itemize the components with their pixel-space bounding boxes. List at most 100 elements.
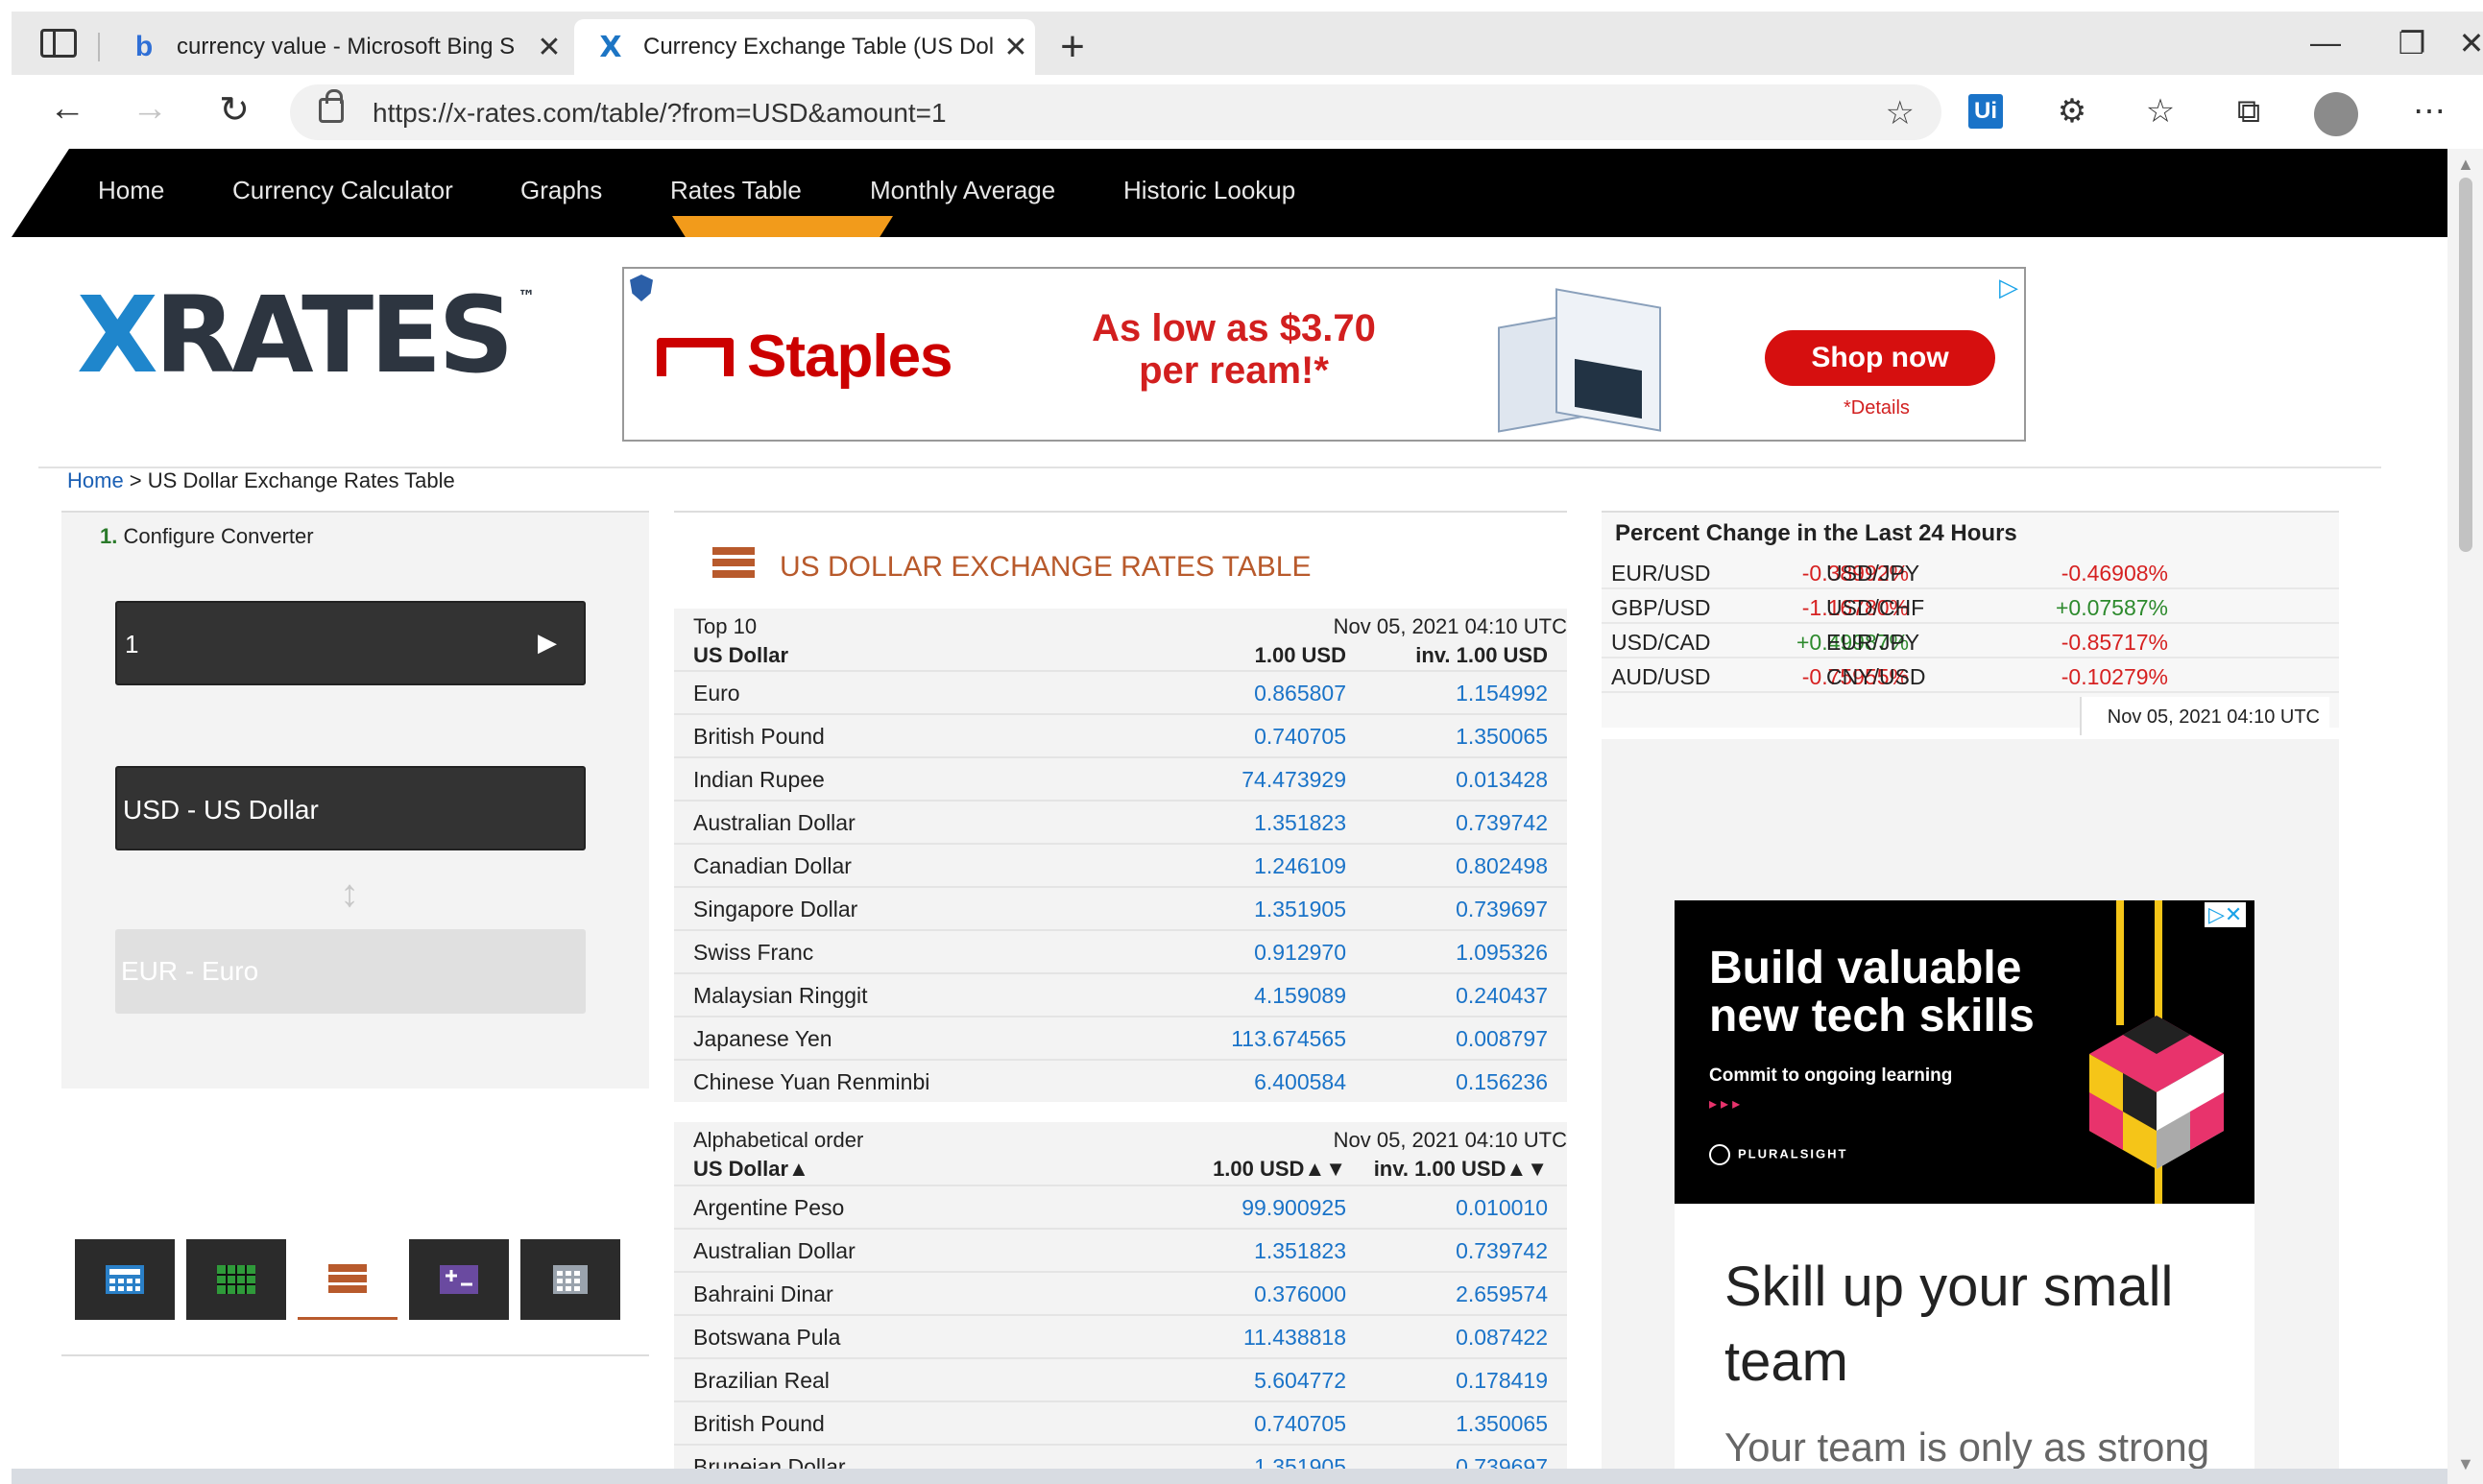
inverse-rate-link[interactable]: 0.739742 [1346,1238,1548,1264]
table-icon [328,1263,367,1293]
ad-close-icon[interactable]: ▷✕ [2205,902,2247,927]
pair-link[interactable]: USD/CHF [1826,595,1924,621]
rate-link[interactable]: 0.376000 [1097,1281,1346,1307]
rate-link[interactable]: 1.351823 [1097,810,1346,836]
rate-link[interactable]: 5.604772 [1097,1368,1346,1394]
pair-link[interactable]: USD/JPY [1826,561,1919,586]
scroll-thumb[interactable] [2459,178,2472,552]
rate-link[interactable]: 1.351905 [1097,897,1346,922]
inverse-rate-link[interactable]: 0.178419 [1346,1368,1548,1394]
rates-table-panel: US DOLLAR EXCHANGE RATES TABLE Top 10 No… [674,511,1567,1484]
rate-link[interactable]: 74.473929 [1097,767,1346,793]
ad-details-link[interactable]: *Details [1844,397,1910,419]
from-currency-select[interactable]: USD - US Dollar [115,766,586,850]
sort-currency[interactable]: US Dollar▲ [693,1157,809,1182]
minimize-icon[interactable]: — [2297,25,2354,60]
new-tab-icon[interactable]: + [1049,23,1097,71]
inverse-rate-link[interactable]: 1.350065 [1346,1411,1548,1437]
skill-ad[interactable]: Skill up your small team Your team is on… [1675,1204,2254,1484]
add-favorite-icon[interactable]: ☆ [1886,94,1915,132]
rates-table-tile[interactable] [298,1239,398,1320]
rate-link[interactable]: 0.740705 [1097,724,1346,750]
pair-link[interactable]: AUD/USD [1611,664,1711,690]
nav-historic-lookup[interactable]: Historic Lookup [1123,176,1295,205]
collections-icon[interactable]: ⧉ [2224,86,2274,136]
pair-link[interactable]: EUR/USD [1611,561,1711,586]
scroll-down-icon[interactable]: ▼ [2457,1454,2474,1474]
tab-bing[interactable]: b currency value - Microsoft Bing S ✕ [108,19,568,75]
inverse-rate-link[interactable]: 0.087422 [1346,1325,1548,1351]
close-tab-icon[interactable]: ✕ [530,31,568,64]
amount-input[interactable]: 1 ▶ [115,601,586,685]
adchoices-icon[interactable]: ▷ [1999,273,2018,302]
plus-minus-tile[interactable] [409,1239,509,1320]
currency-name: Japanese Yen [693,1026,832,1051]
horizontal-scrollbar[interactable] [12,1469,2447,1484]
tab-x-rates[interactable]: X Currency Exchange Table (US Dol ✕ [574,19,1035,75]
rate-link[interactable]: 113.674565 [1097,1026,1346,1052]
rate-link[interactable]: 0.912970 [1097,940,1346,966]
pair-link[interactable]: USD/CAD [1611,630,1711,656]
rate-link[interactable]: 1.246109 [1097,853,1346,879]
inverse-rate-link[interactable]: 0.008797 [1346,1026,1548,1052]
inverse-rate-link[interactable]: 0.802498 [1346,853,1548,879]
profile-avatar[interactable] [2314,92,2358,136]
scroll-up-icon[interactable]: ▲ [2457,155,2474,175]
tab-actions-icon[interactable] [40,29,77,58]
inverse-rate-link[interactable]: 0.739697 [1346,897,1548,922]
pair-link[interactable]: CNY/USD [1826,664,1926,690]
nav-currency-calculator[interactable]: Currency Calculator [232,176,453,205]
breadcrumb-home[interactable]: Home [67,468,124,492]
address-bar[interactable]: https://x-rates.com/table/?from=USD&amou… [290,84,1941,140]
swap-icon[interactable]: ↕ [340,873,359,916]
staples-ad[interactable]: ▷ Staples As low as $3.70 per ream!* Sho… [622,267,2026,442]
shop-now-button[interactable]: Shop now [1765,330,1995,386]
play-icon[interactable]: ▶ [538,628,557,658]
rate-link[interactable]: 0.865807 [1097,681,1346,706]
nav-monthly-average[interactable]: Monthly Average [870,176,1055,205]
inverse-rate-link[interactable]: 1.350065 [1346,724,1548,750]
rate-link[interactable]: 6.400584 [1097,1069,1346,1095]
inverse-rate-link[interactable]: 1.095326 [1346,940,1548,966]
ad-headline: Build valuable new tech skills [1709,943,2035,1041]
inverse-rate-link[interactable]: 0.739742 [1346,810,1548,836]
extensions-icon[interactable]: ⚙ [2047,86,2097,136]
breadcrumb-separator: > [123,468,148,492]
ui-extension-icon[interactable]: Ui [1968,94,2003,129]
rate-link[interactable]: 11.438818 [1097,1325,1346,1351]
forward-icon[interactable]: → [121,88,179,130]
back-icon[interactable]: ← [38,88,96,130]
inverse-rate-link[interactable]: 0.010010 [1346,1195,1548,1221]
x-rates-icon: X [599,30,622,64]
sort-rate[interactable]: 1.00 USD▲▼ [1097,1157,1346,1182]
inverse-rate-link[interactable]: 2.659574 [1346,1281,1548,1307]
sort-inverse[interactable]: inv. 1.00 USD▲▼ [1346,1157,1548,1182]
tab-bar: b currency value - Microsoft Bing S ✕ X … [12,12,2483,75]
more-icon[interactable]: ⋯ [2404,86,2454,136]
inverse-rate-link[interactable]: 0.156236 [1346,1069,1548,1095]
rate-link[interactable]: 4.159089 [1097,983,1346,1009]
calculator-tile[interactable] [75,1239,175,1320]
page-scrollbar[interactable]: ▲ ▼ [2447,149,2483,1484]
nav-home[interactable]: Home [98,176,164,205]
inverse-rate-link[interactable]: 0.240437 [1346,983,1548,1009]
rate-link[interactable]: 0.740705 [1097,1411,1346,1437]
graph-tile[interactable] [186,1239,286,1320]
calendar-tile[interactable] [520,1239,620,1320]
pair-link[interactable]: GBP/USD [1611,595,1711,621]
rate-link[interactable]: 1.351823 [1097,1238,1346,1264]
pair-link[interactable]: EUR/JPY [1826,630,1919,656]
close-window-icon[interactable]: ✕ [2408,25,2483,61]
refresh-icon[interactable]: ↻ [205,88,263,132]
inverse-rate-link[interactable]: 0.013428 [1346,767,1548,793]
url-text[interactable]: https://x-rates.com/table/?from=USD&amou… [373,98,947,129]
nav-graphs[interactable]: Graphs [520,176,602,205]
pluralsight-ad[interactable]: Build valuable new tech skills Commit to… [1675,900,2254,1204]
rate-link[interactable]: 99.900925 [1097,1195,1346,1221]
to-currency-select[interactable]: EUR - Euro [115,929,586,1014]
x-rates-logo[interactable]: XRATES ™ [77,274,536,396]
close-tab-icon[interactable]: ✕ [997,31,1035,64]
nav-rates-table[interactable]: Rates Table [670,176,802,205]
favorites-icon[interactable]: ☆ [2135,86,2185,136]
inverse-rate-link[interactable]: 1.154992 [1346,681,1548,706]
